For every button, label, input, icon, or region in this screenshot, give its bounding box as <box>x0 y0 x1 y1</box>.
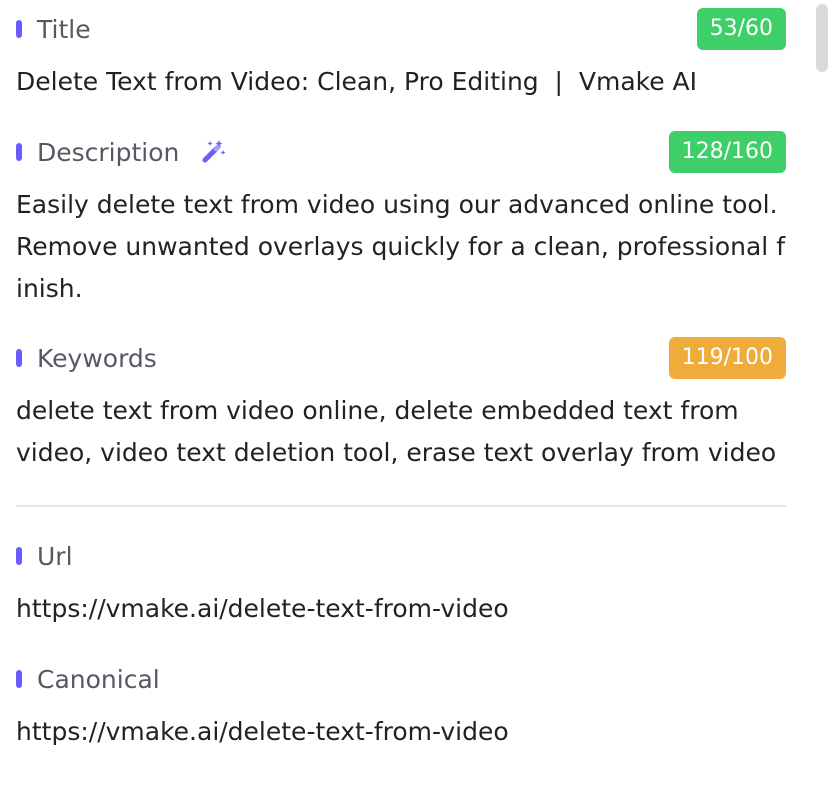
seo-panel: Title 53/60 Delete Text from Video: Clea… <box>0 0 810 790</box>
canonical-section: Canonical https://vmake.ai/delete-text-f… <box>16 658 786 753</box>
description-section: Description 128/160 Easily delete text f… <box>16 131 786 310</box>
description-value: Easily delete text from video using our … <box>16 190 785 303</box>
url-value: https://vmake.ai/delete-text-from-video <box>16 594 509 623</box>
description-count-badge: 128/160 <box>668 131 786 173</box>
magic-wand-icon[interactable] <box>199 138 227 166</box>
keywords-section: Keywords 119/100 delete text from video … <box>16 337 786 474</box>
title-value: Delete Text from Video: Clean, Pro Editi… <box>16 67 698 96</box>
title-section: Title 53/60 Delete Text from Video: Clea… <box>16 8 786 103</box>
vertical-scrollbar[interactable] <box>810 0 828 790</box>
section-marker <box>16 20 22 38</box>
keywords-count-badge: 119/100 <box>668 337 786 379</box>
section-marker <box>16 143 22 161</box>
description-label: Description <box>37 137 180 167</box>
title-label: Title <box>37 14 91 44</box>
section-marker <box>16 349 22 367</box>
keywords-label: Keywords <box>37 343 157 373</box>
canonical-header: Canonical <box>16 658 786 700</box>
canonical-value: https://vmake.ai/delete-text-from-video <box>16 717 509 746</box>
section-marker <box>16 547 22 565</box>
scrollbar-thumb[interactable] <box>816 4 828 72</box>
description-header: Description 128/160 <box>16 131 786 173</box>
url-label: Url <box>37 541 73 571</box>
keywords-value: delete text from video online, delete em… <box>16 396 777 467</box>
url-header: Url <box>16 535 786 577</box>
canonical-label: Canonical <box>37 664 160 694</box>
title-count-badge: 53/60 <box>696 8 786 50</box>
section-divider <box>16 505 786 507</box>
keywords-header: Keywords 119/100 <box>16 337 786 379</box>
section-marker <box>16 670 22 688</box>
url-section: Url https://vmake.ai/delete-text-from-vi… <box>16 535 786 630</box>
title-header: Title 53/60 <box>16 8 786 50</box>
